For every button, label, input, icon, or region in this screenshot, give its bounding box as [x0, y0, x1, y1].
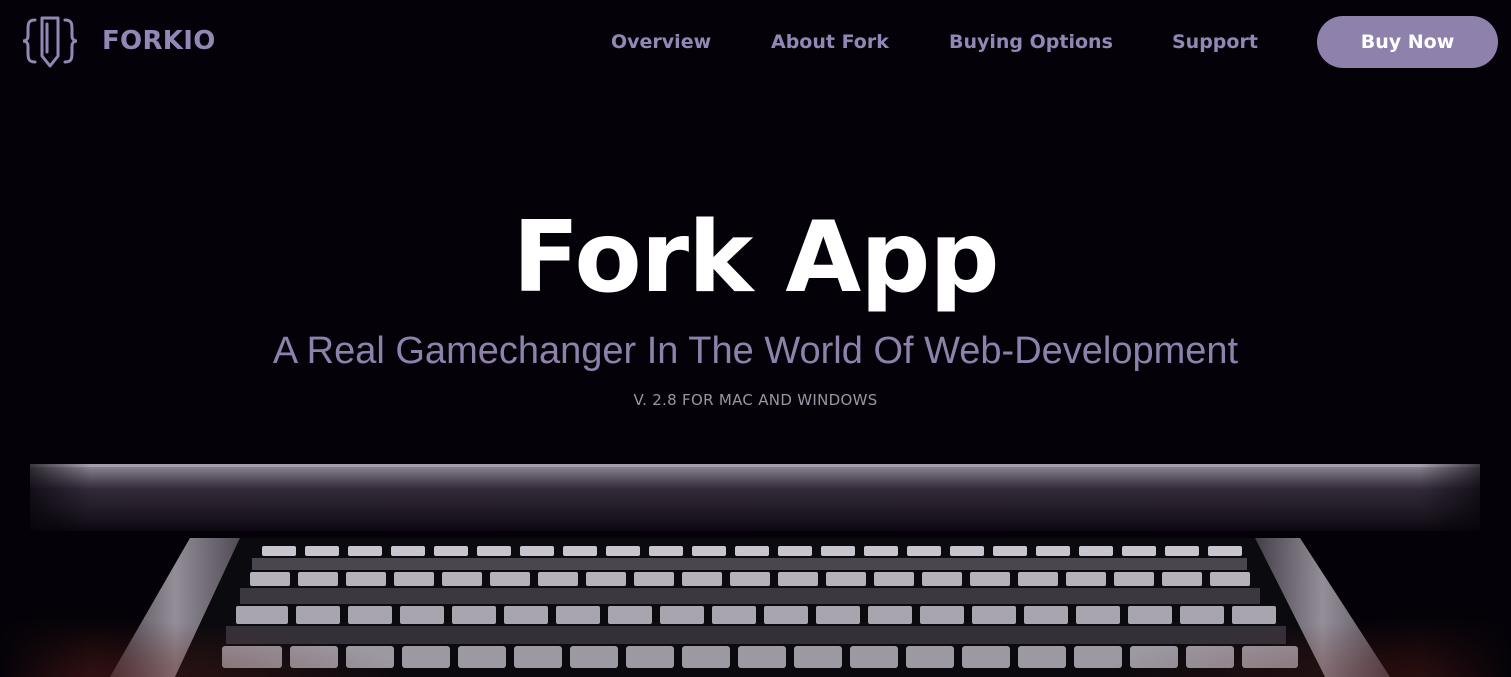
site-header: FORKIO Overview About Fork Buying Option…	[0, 0, 1511, 84]
pen-in-braces-icon	[22, 16, 78, 68]
laptop-keyboard-image	[0, 440, 1511, 677]
nav-about-fork[interactable]: About Fork	[771, 28, 889, 56]
landing-page: FORKIO Overview About Fork Buying Option…	[0, 0, 1511, 677]
hero-version: V. 2.8 FOR MAC AND WINDOWS	[633, 391, 878, 409]
hero-subtitle: A Real Gamechanger In The World Of Web-D…	[272, 330, 1239, 372]
nav-overview[interactable]: Overview	[611, 28, 711, 56]
hero-title: Fork App	[512, 201, 999, 315]
nav-support[interactable]: Support	[1172, 28, 1258, 56]
logo-link[interactable]: FORKIO	[22, 14, 216, 68]
nav-buying-options[interactable]: Buying Options	[949, 28, 1113, 56]
buy-now-button[interactable]: Buy Now	[1317, 16, 1498, 68]
logo-text: FORKIO	[102, 26, 216, 56]
